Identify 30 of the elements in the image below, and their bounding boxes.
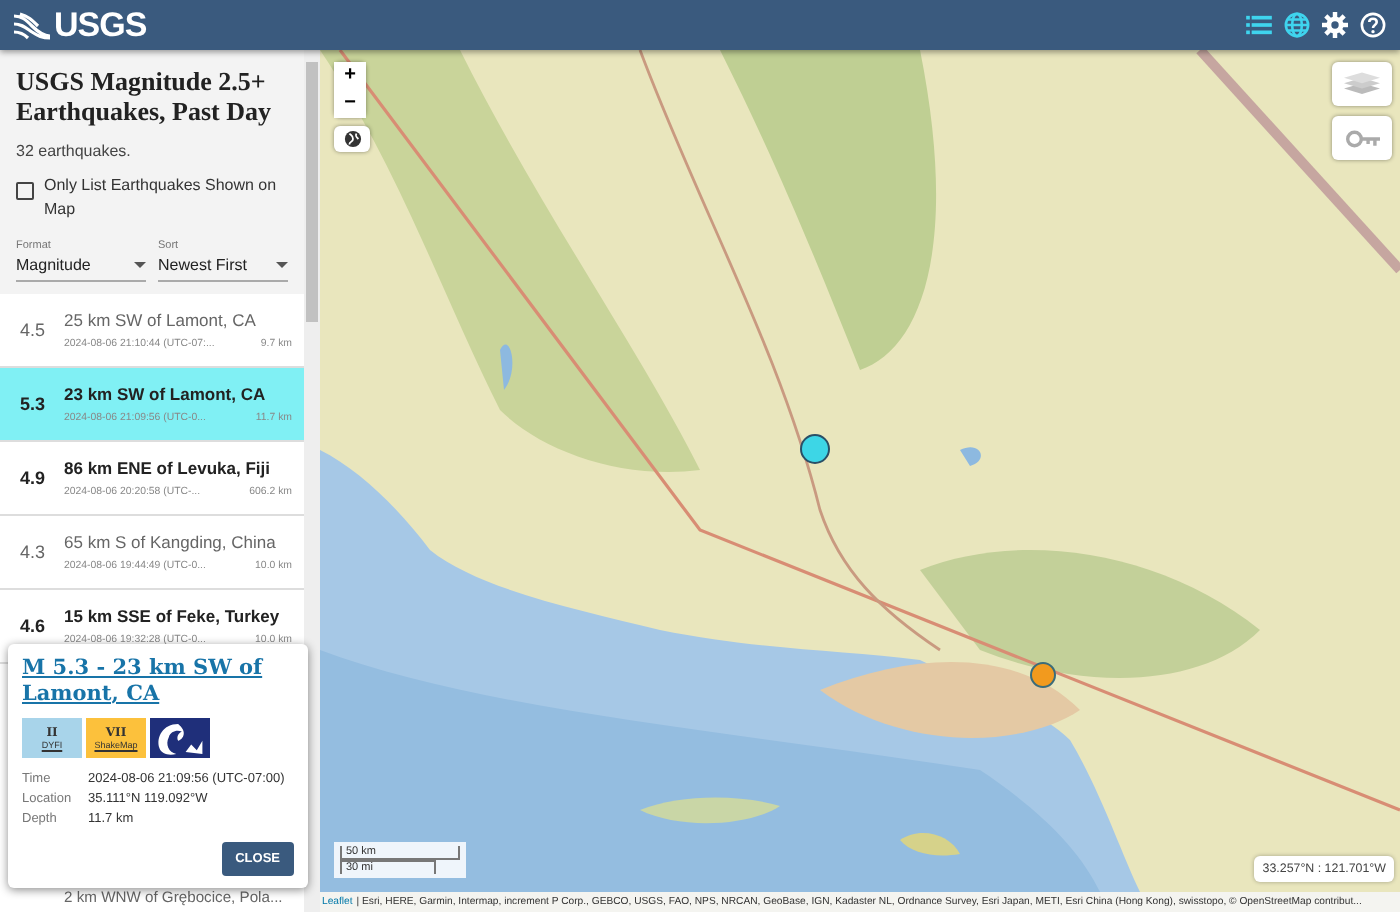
list-icon[interactable] <box>1246 14 1272 36</box>
region-button[interactable] <box>334 126 370 152</box>
settings-icon[interactable] <box>1322 12 1348 38</box>
magnitude: 4.5 <box>20 320 48 340</box>
logo-text: USGS <box>54 5 147 45</box>
place-name: 86 km ENE of Levuka, Fiji <box>64 458 272 480</box>
place-name: 15 km SSE of Feke, Turkey <box>64 606 282 628</box>
zoom-in-button[interactable]: + <box>334 62 366 90</box>
help-icon[interactable] <box>1360 12 1386 38</box>
magnitude: 4.3 <box>20 542 48 562</box>
magnitude: 4.9 <box>20 468 48 488</box>
magnitude: 4.6 <box>20 616 48 636</box>
key-icon <box>1345 129 1379 147</box>
place-name: 23 km SW of Lamont, CA <box>64 384 268 406</box>
zoom-out-button[interactable]: − <box>334 90 366 118</box>
dropdown[interactable]: Magnitude <box>16 252 146 282</box>
tsunami-badge[interactable] <box>150 718 210 758</box>
place-name: 65 km S of Kangding, China <box>64 532 278 554</box>
scrollbar[interactable] <box>304 50 320 912</box>
caret-icon <box>134 262 146 268</box>
place-name: 25 km SW of Lamont, CA <box>64 310 258 332</box>
caret-icon <box>276 262 288 268</box>
magnitude: 5.3 <box>20 394 48 414</box>
waves-logo-icon <box>12 11 52 39</box>
layers-icon <box>1344 71 1380 97</box>
earthquake-count: 32 earthquakes. <box>16 142 133 160</box>
dropdown[interactable]: Newest First <box>158 252 288 282</box>
checkbox[interactable] <box>16 182 34 200</box>
checkbox-label[interactable]: Only List Earthquakes Shown on Map <box>44 174 288 222</box>
feed-title: USGS Magnitude 2.5+ Earthquakes, Past Day <box>16 66 273 126</box>
